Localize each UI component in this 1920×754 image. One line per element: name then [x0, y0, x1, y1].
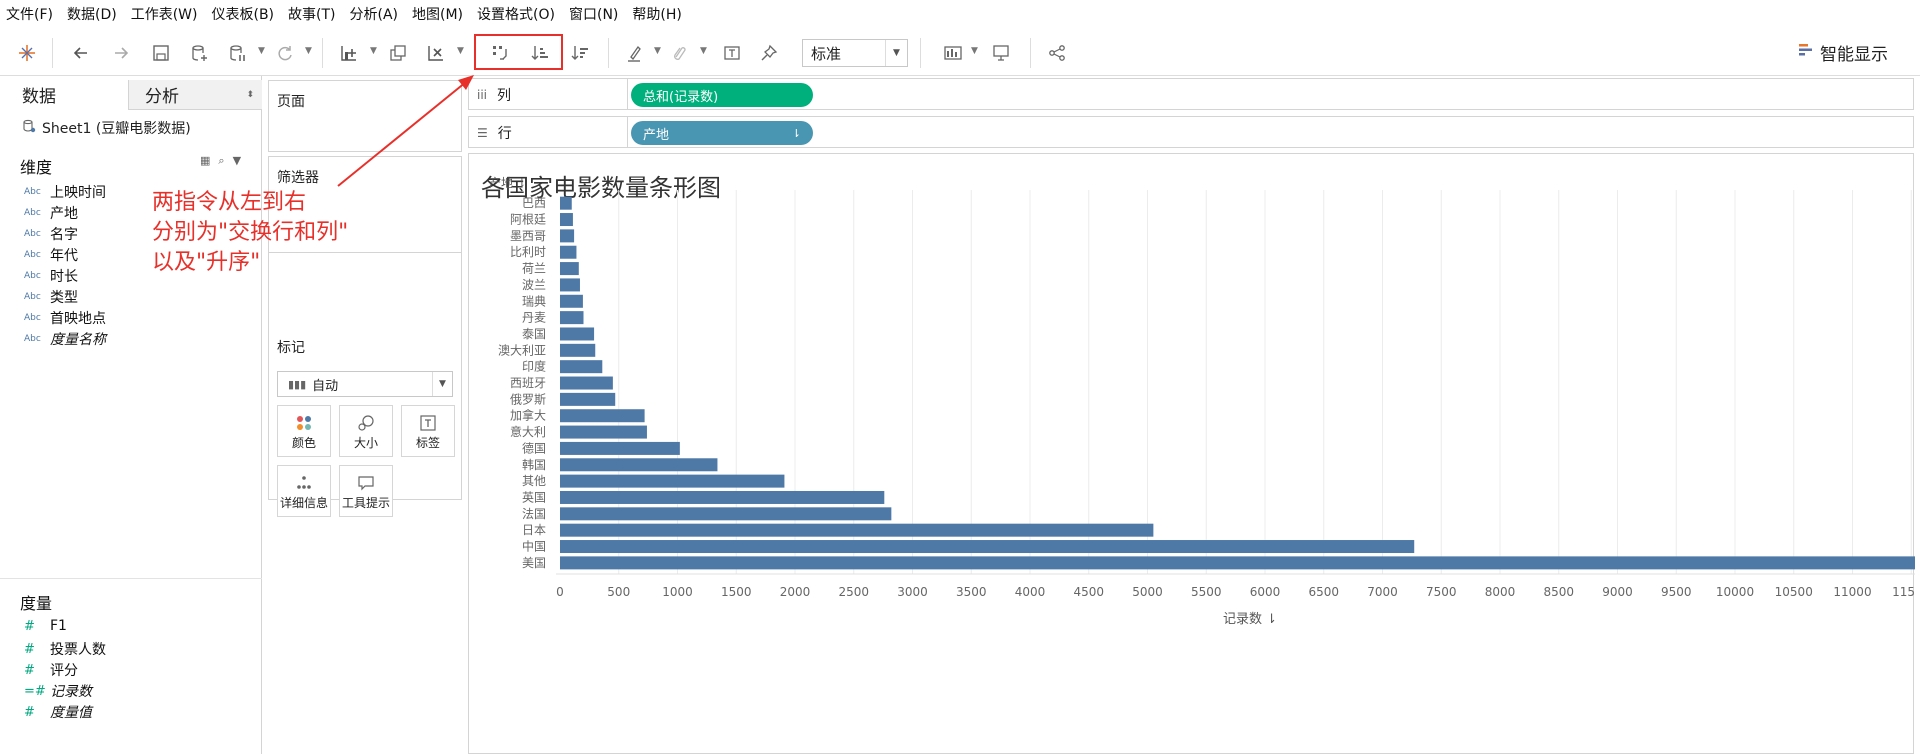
annotation-line: 分别为"交换行和列"	[152, 220, 349, 245]
annotation-text: 两指令从左到右 分别为"交换行和列" 以及"升序"	[152, 188, 348, 278]
annotation-line: 以及"升序"	[152, 250, 261, 275]
annotation-arrow	[337, 75, 474, 187]
annotation-line: 两指令从左到右	[152, 190, 307, 215]
